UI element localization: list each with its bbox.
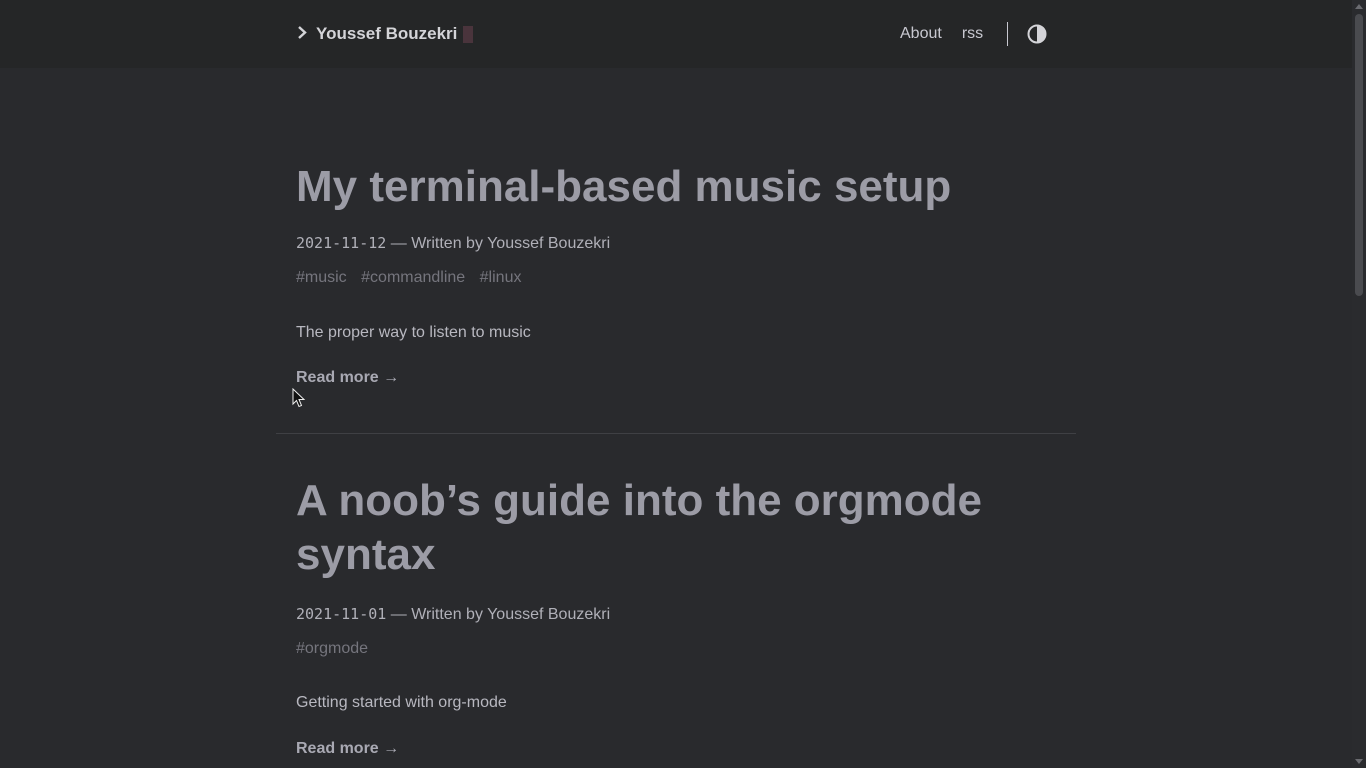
post-title-line[interactable]: syntax xyxy=(296,530,435,579)
blinking-cursor xyxy=(463,25,474,43)
post-date: 2021-11-12 xyxy=(296,234,387,252)
post-1: My terminal-based music setup xyxy=(296,160,1056,214)
post-tags: #music #commandline #linux xyxy=(296,269,1056,287)
post-divider xyxy=(276,433,1076,434)
tag-link[interactable]: #orgmode xyxy=(296,640,368,657)
read-more-link[interactable]: Read more → xyxy=(296,369,1056,387)
post-title[interactable]: My terminal-based music setup xyxy=(296,160,1056,214)
post-meta: 2021-11-12 — Written by Youssef Bouzekri xyxy=(296,234,1056,253)
vertical-scrollbar[interactable] xyxy=(1352,0,1366,768)
post-byline: — Written by Youssef Bouzekri xyxy=(390,235,611,252)
post-2: A noob’s guide into the orgmode syntax xyxy=(296,474,1056,582)
site-title: Youssef Bouzekri xyxy=(316,24,458,43)
nav-separator xyxy=(1007,22,1009,46)
contrast-icon[interactable] xyxy=(1027,24,1047,44)
scroll-down-arrow-icon[interactable] xyxy=(1355,759,1363,764)
tag-link[interactable]: #linux xyxy=(480,269,522,286)
chevron-right-icon xyxy=(297,25,311,43)
read-more-label[interactable]: Read more → xyxy=(296,369,399,386)
post-summary: The proper way to listen to music xyxy=(296,324,531,341)
tag-link[interactable]: #commandline xyxy=(361,269,465,286)
post-summary: Getting started with org-mode xyxy=(296,694,507,711)
site-logo[interactable]: Youssef Bouzekri xyxy=(297,22,474,46)
read-more-label[interactable]: Read more → xyxy=(296,740,399,757)
post-date: 2021-11-01 xyxy=(296,605,387,623)
mouse-pointer-icon xyxy=(292,387,306,408)
post-meta: 2021-11-01 — Written by Youssef Bouzekri xyxy=(296,605,1056,624)
read-more-link[interactable]: Read more → xyxy=(296,740,1056,758)
nav-link-rss[interactable]: rss xyxy=(962,25,983,43)
page: Youssef Bouzekri About rss My terminal-b… xyxy=(0,0,1352,768)
main-nav: About rss xyxy=(900,22,1047,46)
tag-link[interactable]: #music xyxy=(296,269,347,286)
post-title-line[interactable]: A noob’s guide into the orgmode xyxy=(296,476,982,525)
post-title[interactable]: A noob’s guide into the orgmode syntax xyxy=(296,474,1056,582)
post-tags: #orgmode xyxy=(296,640,1056,658)
scroll-up-arrow-icon[interactable] xyxy=(1355,4,1363,9)
nav-link-about[interactable]: About xyxy=(900,25,942,43)
post-byline: — Written by Youssef Bouzekri xyxy=(390,606,611,623)
site-header: Youssef Bouzekri About rss xyxy=(0,0,1352,68)
scrollbar-thumb[interactable] xyxy=(1355,14,1363,296)
